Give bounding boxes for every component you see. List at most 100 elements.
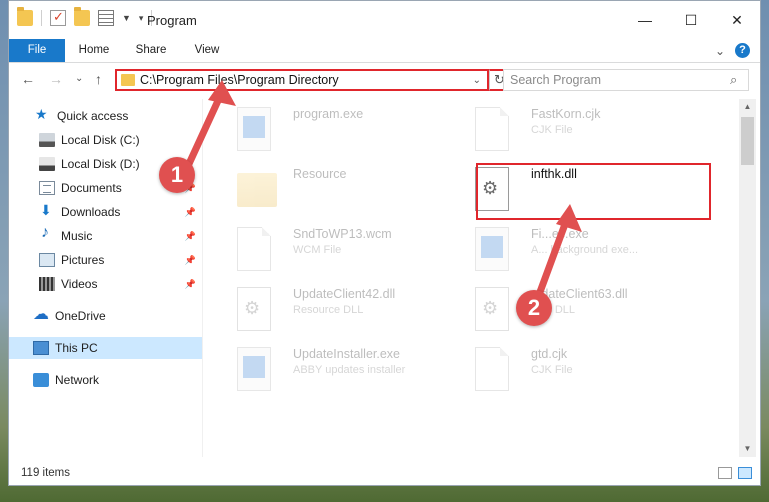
file-description: Resource DLL	[293, 304, 364, 316]
address-dropdown-icon[interactable]: ⌄	[473, 75, 481, 86]
sidebar-item-music[interactable]: Music 📌	[9, 224, 202, 247]
file-name: program.exe	[293, 107, 364, 121]
file-name: FastKorn.cjk	[531, 107, 601, 121]
network-icon	[33, 373, 49, 387]
file-item[interactable]: UpdateClient42.dll Resource DLL	[221, 281, 461, 337]
address-path[interactable]: C:\Program Files\Program Directory	[140, 73, 473, 87]
tiles-view-icon[interactable]	[738, 467, 752, 479]
minimize-button[interactable]: —	[622, 1, 668, 39]
chevron-down-icon[interactable]: ▼	[122, 13, 131, 23]
view-icon[interactable]	[98, 10, 114, 26]
file-name: UpdateInstaller.exe	[293, 347, 401, 361]
customize-toolbar-icon[interactable]: ▾	[139, 13, 144, 24]
navigation-bar: ← → ⌄ ↑ C:\Program Files\Program Directo…	[9, 63, 760, 97]
tab-view[interactable]: View	[185, 39, 229, 62]
up-button[interactable]: ↑	[95, 71, 102, 87]
file-item[interactable]: FastKorn.cjk CJK File	[459, 101, 699, 157]
tab-share[interactable]: Share	[129, 39, 173, 62]
sidebar-item-this-pc[interactable]: This PC	[9, 337, 202, 359]
file-description: A... background exe...	[531, 244, 639, 256]
downloads-icon	[39, 202, 55, 219]
sidebar-item-label: Pictures	[61, 253, 105, 267]
sidebar-item-quick-access[interactable]: Quick access	[9, 105, 202, 127]
new-folder-icon[interactable]	[74, 7, 90, 26]
disk-icon	[39, 157, 55, 171]
file-item[interactable]: program.exe	[221, 101, 461, 157]
file-item[interactable]: SndToWP13.wcm WCM File	[221, 221, 461, 277]
exe-file-icon	[475, 227, 509, 271]
search-icon[interactable]: ⌕	[730, 72, 748, 88]
properties-icon[interactable]	[50, 9, 66, 26]
sidebar-item-label: OneDrive	[55, 309, 106, 323]
sidebar-item-local-disk-c[interactable]: Local Disk (C:)	[9, 129, 202, 151]
file-highlight-box	[476, 163, 711, 220]
this-pc-icon	[33, 341, 49, 355]
back-button[interactable]: ←	[21, 71, 35, 87]
file-item[interactable]: Fi...ec.exe A... background exe...	[459, 221, 699, 277]
expand-ribbon-icon[interactable]: ⌄	[715, 44, 725, 58]
tab-file[interactable]: File	[9, 39, 65, 62]
pictures-icon	[39, 253, 55, 267]
explorer-window: ▼ ▾ Program — ☐ ✕ File Home Share View ⌄…	[8, 0, 761, 486]
title-bar: ▼ ▾ Program — ☐ ✕	[9, 1, 760, 39]
ribbon-tabs: File Home Share View ⌄ ?	[9, 39, 760, 63]
details-view-icon[interactable]	[718, 467, 732, 479]
folder-icon[interactable]	[17, 7, 33, 26]
document-file-icon	[475, 347, 509, 391]
file-name: gtd.cjk	[531, 347, 568, 361]
exe-file-icon	[237, 347, 271, 391]
sidebar-item-videos[interactable]: Videos 📌	[9, 273, 202, 295]
file-list: program.exe FastKorn.cjk CJK File Resour…	[211, 99, 739, 457]
sidebar-item-onedrive[interactable]: OneDrive	[9, 304, 202, 327]
sidebar-item-label: Documents	[61, 181, 122, 195]
pin-icon[interactable]: 📌	[185, 279, 196, 290]
file-description: ABBY updates installer	[293, 364, 406, 376]
file-item[interactable]: ...dateClient63.dll ...ce DLL	[459, 281, 699, 337]
file-name: SndToWP13.wcm	[293, 227, 392, 241]
scroll-down-icon[interactable]: ▼	[739, 441, 756, 457]
pane-divider[interactable]	[202, 99, 203, 457]
sidebar-item-label: Downloads	[61, 205, 121, 219]
step-1-badge: 1	[159, 157, 195, 193]
videos-icon	[39, 277, 55, 291]
vertical-scrollbar[interactable]: ▲ ▼	[739, 99, 756, 457]
close-button[interactable]: ✕	[714, 1, 760, 39]
folder-icon	[237, 173, 277, 207]
tab-home[interactable]: Home	[71, 39, 117, 62]
file-item[interactable]: gtd.cjk CJK File	[459, 341, 699, 397]
scroll-up-icon[interactable]: ▲	[739, 99, 756, 115]
document-file-icon	[237, 227, 271, 271]
sidebar-item-label: Music	[61, 229, 93, 243]
file-name: Fi...ec.exe	[531, 227, 589, 241]
forward-button[interactable]: →	[49, 71, 63, 87]
sidebar-item-network[interactable]: Network	[9, 369, 202, 391]
pin-icon[interactable]: 📌	[185, 255, 196, 266]
window-title: Program	[147, 13, 197, 28]
pin-icon[interactable]: 📌	[185, 207, 196, 218]
ribbon-right: ⌄ ?	[715, 43, 750, 58]
dll-file-icon	[237, 287, 271, 331]
file-item[interactable]: UpdateInstaller.exe ABBY updates install…	[221, 341, 461, 397]
sidebar-item-label: Local Disk (C:)	[61, 133, 140, 147]
address-bar[interactable]: C:\Program Files\Program Directory ⌄	[115, 69, 489, 91]
scroll-thumb[interactable]	[741, 117, 754, 165]
sidebar-item-downloads[interactable]: Downloads 📌	[9, 201, 202, 223]
star-icon	[35, 106, 51, 123]
disk-icon	[39, 133, 55, 147]
exe-file-icon	[237, 107, 271, 151]
maximize-button[interactable]: ☐	[668, 1, 714, 39]
status-bar: 119 items	[9, 461, 760, 485]
file-description: WCM File	[293, 244, 342, 256]
recent-locations-button[interactable]: ⌄	[75, 73, 83, 84]
file-name: Resource	[293, 167, 347, 181]
help-icon[interactable]: ?	[735, 43, 750, 58]
search-box[interactable]: Search Program ⌕	[503, 69, 749, 91]
step-2-badge: 2	[516, 290, 552, 326]
sidebar-item-label: Videos	[61, 277, 98, 291]
file-description: CJK File	[531, 364, 573, 376]
quick-access-toolbar: ▼ ▾	[17, 7, 153, 26]
pin-icon[interactable]: 📌	[185, 231, 196, 242]
sidebar-item-pictures[interactable]: Pictures 📌	[9, 249, 202, 271]
file-item[interactable]: Resource	[221, 161, 461, 217]
search-input[interactable]: Search Program	[510, 73, 730, 87]
